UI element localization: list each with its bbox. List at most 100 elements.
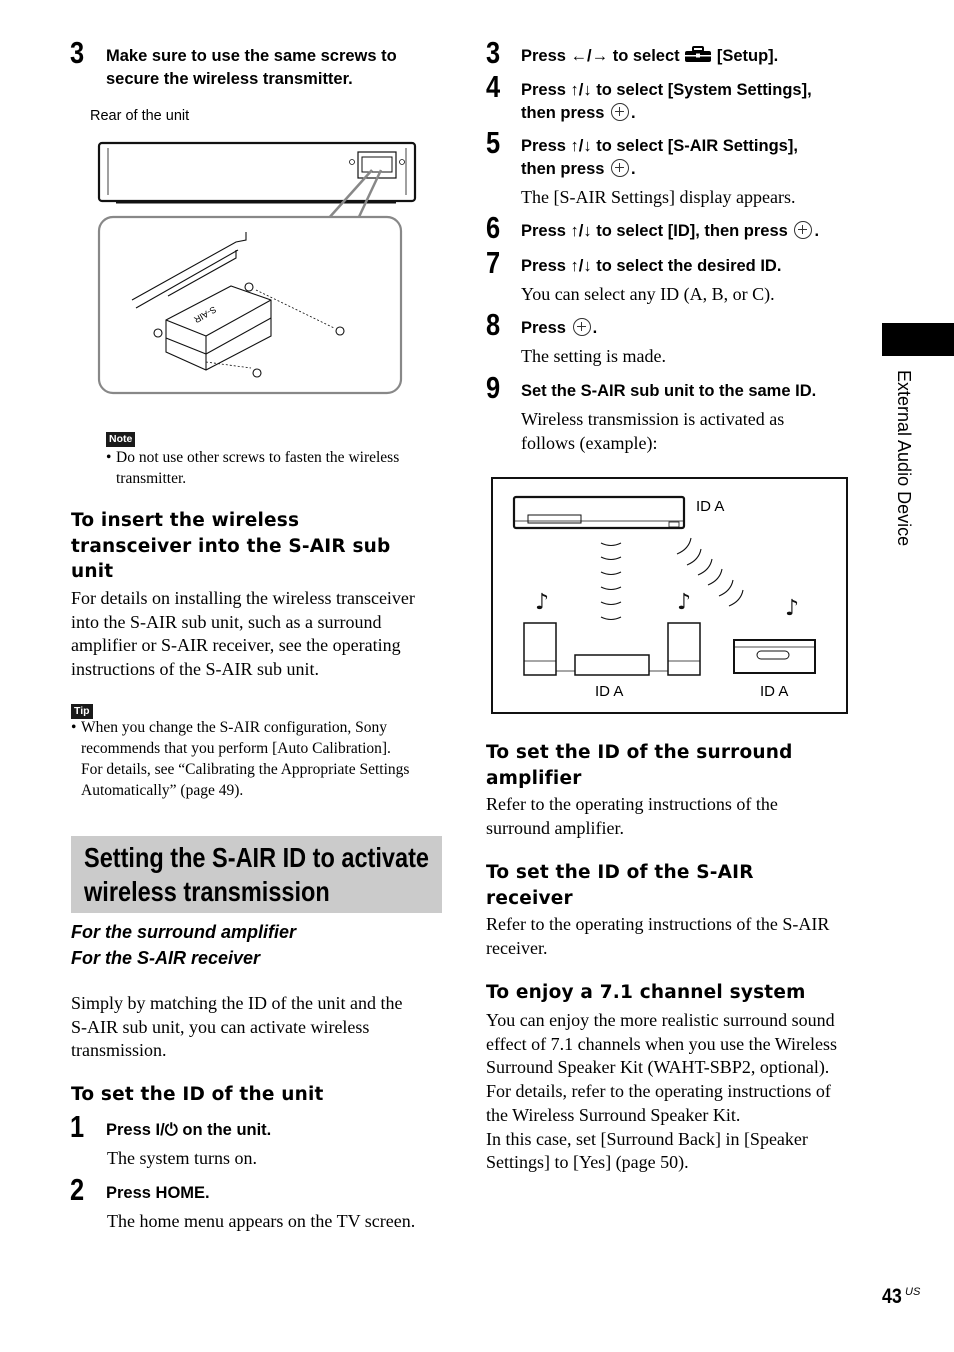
step-number: 3 (70, 35, 85, 70)
step-text-part: then press (521, 104, 605, 122)
recv-heading: To set the ID of the S-AIR receiver (486, 860, 754, 911)
heading-line: transceiver into the S-AIR sub (71, 535, 391, 557)
step-text-line: Press ↑/↓ to select [System Settings], (521, 81, 812, 99)
body-line: follows (example): (521, 432, 658, 453)
step-result: Wireless transmission is activated as fo… (521, 408, 784, 455)
rear-unit-illustration: S-AIR (97, 141, 417, 395)
enter-button-icon (794, 221, 813, 239)
body-line: Simply by matching the ID of the unit an… (71, 993, 403, 1013)
body-line: Surround Speaker Kit (WAHT-SBP2, optiona… (486, 1057, 830, 1078)
tip-line: When you change the S-AIR configuration,… (81, 719, 388, 736)
figure-caption: Rear of the unit (90, 108, 190, 124)
step-text-line: Press ↑/↓ to select [S-AIR Settings], (521, 137, 798, 155)
applies-to: For the surround amplifier For the S-AIR… (71, 919, 296, 971)
body-line: the Wireless Surround Speaker Kit. (486, 1104, 741, 1125)
step-result: You can select any ID (A, B, or C). (521, 284, 775, 304)
rear-panel (97, 141, 417, 204)
step-text: Press I/⏻ on the unit. (106, 1119, 271, 1142)
step-text-part: Press (521, 319, 566, 337)
step-text-part: . (631, 104, 636, 122)
toolbox-icon (685, 46, 712, 62)
step-text: Make sure to use the same screws to secu… (106, 45, 397, 91)
body-line: surround amplifier. (486, 817, 624, 838)
step-result: The home menu appears on the TV screen. (107, 1211, 416, 1231)
step-text-part: Press ↑/↓ to select [ID], then press (521, 222, 788, 240)
wireless-diagram: ♪ ♪ ♪ ID A ID A ID A (491, 477, 848, 714)
step-number: 9 (486, 370, 501, 405)
step-text: Press ↑/↓ to select the desired ID. (521, 257, 782, 275)
section-title: Setting the S-AIR ID to activate wireles… (84, 841, 429, 909)
note-text: Do not use other screws to fasten the wi… (116, 447, 399, 489)
body-line: instructions of the S-AIR sub unit. (71, 659, 319, 680)
music-note-icon: ♪ (785, 596, 799, 621)
body-line: Wireless transmission is activated as (521, 409, 785, 429)
step-result: The [S-AIR Settings] display appears. (521, 187, 796, 207)
step-text-part: [Setup]. (712, 47, 779, 65)
body-line: In this case, set [Surround Back] in [Sp… (486, 1128, 808, 1149)
step-number: 1 (70, 1109, 85, 1144)
enjoy-heading: To enjoy a 7.1 channel system (486, 982, 806, 1003)
body-line: You can enjoy the more realistic surroun… (486, 1010, 835, 1030)
step-text: Set the S-AIR sub unit to the same ID. (521, 382, 817, 400)
step-number: 8 (486, 307, 501, 342)
chapter-tab-marker (882, 323, 954, 356)
body-line: Refer to the operating instructions of t… (486, 914, 830, 934)
step-text-line: secure the wireless transmitter. (106, 70, 353, 88)
body-line: S-AIR sub unit, you can activate wireles… (71, 1016, 370, 1037)
note-line: transmitter. (116, 470, 187, 487)
step-text: Press . (521, 317, 597, 340)
amp-heading: To set the ID of the surround amplifier (486, 740, 793, 791)
step-text-part: . (592, 319, 598, 337)
step-result: The system turns on. (107, 1148, 257, 1168)
step-text-part: . (814, 222, 820, 240)
note-bullet: • (106, 449, 112, 466)
heading-line: To set the ID of the surround (486, 742, 793, 763)
section-title-line: Setting the S-AIR ID to activate (84, 842, 430, 873)
insert-heading: To insert the wireless transceiver into … (71, 508, 390, 585)
step-text-part: Press (106, 1121, 156, 1139)
page-region-suffix: US (905, 1286, 921, 1298)
step-text: Press ↑/↓ to select [ID], then press . (521, 220, 819, 243)
step-number: 3 (486, 35, 501, 70)
step-text-part: Press ←/→ to select (521, 47, 685, 65)
step-number: 6 (486, 210, 501, 245)
unit-heading: To set the ID of the unit (71, 1084, 324, 1105)
music-note-icon: ♪ (535, 590, 549, 615)
step-text-line: Make sure to use the same screws to (106, 47, 397, 65)
body-line: Settings] to [Yes] (page 50). (486, 1152, 689, 1173)
body-line: For details, refer to the operating inst… (486, 1081, 831, 1102)
tip-bullet: • (71, 719, 77, 736)
applies-to-item: For the surround amplifier (71, 922, 297, 942)
step-text-part: . (631, 160, 636, 178)
heading-line: To set the ID of the S-AIR (486, 862, 754, 883)
step-text-part: then press (521, 160, 605, 178)
heading-line: To insert the wireless (71, 510, 300, 531)
main-unit-id-label: ID A (696, 498, 724, 515)
step-number: 5 (486, 125, 501, 160)
heading-line: unit (71, 561, 114, 582)
body-line: transmission. (71, 1040, 167, 1061)
heading-line: receiver (486, 887, 573, 909)
enter-button-icon (611, 159, 630, 177)
tip-line: For details, see “Calibrating the Approp… (81, 761, 410, 778)
tip-text: When you change the S-AIR configuration,… (81, 717, 409, 801)
enter-button-icon (611, 103, 630, 121)
note-badge-label: Note (106, 432, 136, 447)
page-number: 43 (882, 1285, 902, 1308)
body-line: Refer to the operating instructions of t… (486, 794, 778, 814)
enter-button-icon (572, 318, 591, 336)
insert-body: For details on installing the wireless t… (71, 587, 415, 682)
step-text: Press ↑/↓ to select [S-AIR Settings], th… (521, 135, 798, 181)
section-title-line: wireless transmission (84, 876, 330, 907)
power-icon: I/⏻ (155, 1121, 178, 1139)
applies-to-item: For the S-AIR receiver (71, 948, 261, 968)
body-line: effect of 7.1 channels when you use the … (486, 1033, 837, 1054)
step-number: 7 (486, 245, 501, 280)
step-text-part: on the unit. (177, 1121, 272, 1139)
intro-text: Simply by matching the ID of the unit an… (71, 992, 402, 1063)
body-line: receiver. (486, 937, 548, 958)
note-badge: Note (106, 429, 136, 447)
enjoy-body: You can enjoy the more realistic surroun… (486, 1009, 837, 1175)
chapter-label: External Audio Device (894, 370, 914, 547)
tip-line: recommends that you perform [Auto Calibr… (81, 740, 391, 757)
